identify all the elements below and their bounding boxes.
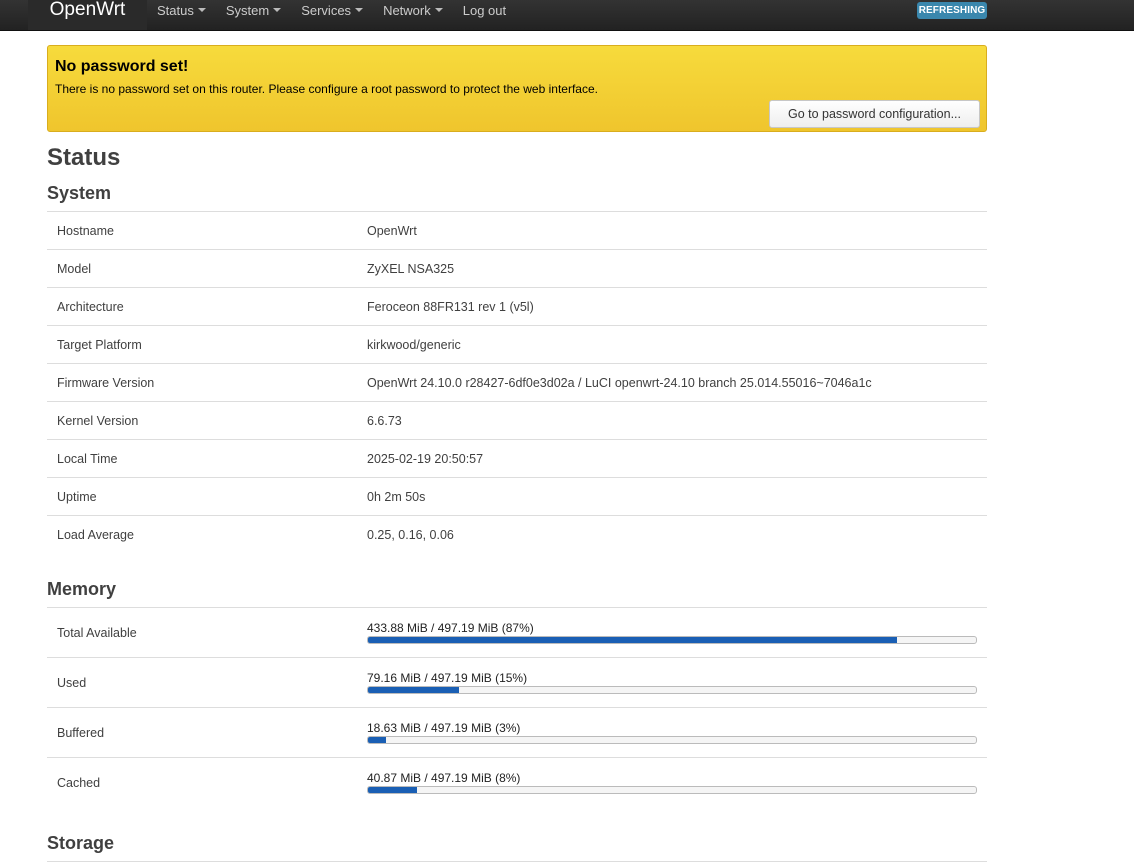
- menu-logout[interactable]: Log out: [453, 0, 516, 30]
- page-title: Status: [47, 144, 121, 171]
- row-value: 79.16 MiB / 497.19 MiB (15%): [367, 671, 528, 685]
- row-label: Hostname: [57, 224, 114, 238]
- row-value: 6.6.73: [367, 414, 402, 428]
- top-navbar: OpenWrt Status System Services Network L…: [0, 0, 1134, 31]
- storage-heading: Storage: [47, 833, 115, 853]
- progress-fill: [368, 787, 417, 793]
- row-label: Buffered: [57, 726, 105, 740]
- table-row: Model ZyXEL NSA325: [47, 250, 987, 288]
- password-config-button[interactable]: Go to password configuration...: [769, 100, 980, 128]
- row-label: Load Average: [57, 528, 134, 542]
- row-label: Target Platform: [57, 338, 142, 352]
- menu-network[interactable]: Network: [373, 0, 453, 30]
- progress-bar: [367, 636, 977, 644]
- row-value: 0.25, 0.16, 0.06: [367, 528, 454, 542]
- memory-table: Total Available 433.88 MiB / 497.19 MiB …: [47, 607, 987, 807]
- caret-down-icon: [197, 7, 206, 12]
- table-row: Target Platform kirkwood/generic: [47, 326, 987, 364]
- menu-label: Log out: [462, 3, 507, 18]
- row-label: Cached: [57, 776, 101, 790]
- table-row: Used 79.16 MiB / 497.19 MiB (15%): [47, 658, 987, 708]
- brand-text: OpenWrt: [49, 0, 126, 20]
- row-value: 40.87 MiB / 497.19 MiB (8%): [367, 771, 521, 785]
- row-value: kirkwood/generic: [367, 338, 461, 352]
- row-label: Model: [57, 262, 92, 276]
- row-value: 433.88 MiB / 497.19 MiB (87%): [367, 621, 534, 635]
- progress-bar: [367, 736, 977, 744]
- progress-bar: [367, 686, 977, 694]
- table-row: Uptime 0h 2m 50s: [47, 478, 987, 516]
- menu-label: Services: [301, 3, 352, 18]
- row-label: Used: [57, 676, 87, 690]
- menu-status[interactable]: Status: [147, 0, 216, 30]
- alert-text: There is no password set on this router.…: [55, 82, 598, 96]
- row-label: Architecture: [57, 300, 124, 314]
- menu-system[interactable]: System: [216, 0, 291, 30]
- brand-logo[interactable]: OpenWrt: [28, 0, 147, 30]
- caret-down-icon: [273, 7, 282, 12]
- alert-title: No password set!: [55, 58, 189, 75]
- row-label: Firmware Version: [57, 376, 155, 390]
- table-row: Firmware Version OpenWrt 24.10.0 r28427-6…: [47, 364, 987, 402]
- caret-down-icon: [355, 7, 364, 12]
- row-value: OpenWrt: [367, 224, 417, 238]
- row-label: Kernel Version: [57, 414, 139, 428]
- row-label: Uptime: [57, 490, 97, 504]
- row-value: 0h 2m 50s: [367, 490, 426, 504]
- row-value: 18.63 MiB / 497.19 MiB (3%): [367, 721, 521, 735]
- table-row: Load Average 0.25, 0.16, 0.06: [47, 516, 987, 553]
- row-value: Feroceon 88FR131 rev 1 (v5l): [367, 300, 534, 314]
- table-row: Hostname OpenWrt: [47, 212, 987, 250]
- memory-heading: Memory: [47, 579, 117, 599]
- row-label: Local Time: [57, 452, 118, 466]
- progress-bar: [367, 786, 977, 794]
- row-value: OpenWrt 24.10.0 r28427-6df0e3d02a / LuCI…: [367, 376, 872, 390]
- progress-fill: [368, 637, 897, 643]
- table-row: Total Available 433.88 MiB / 497.19 MiB …: [47, 608, 987, 658]
- refreshing-badge[interactable]: REFRESHING: [917, 2, 987, 19]
- table-row: Local Time 2025-02-19 20:50:57: [47, 440, 987, 478]
- table-row: Cached 40.87 MiB / 497.19 MiB (8%): [47, 758, 987, 807]
- storage-divider: [47, 861, 987, 862]
- table-row: Architecture Feroceon 88FR131 rev 1 (v5l): [47, 288, 987, 326]
- menu-services[interactable]: Services: [291, 0, 373, 30]
- caret-down-icon: [434, 7, 443, 12]
- menu-label: Status: [157, 3, 194, 18]
- table-row: Kernel Version 6.6.73: [47, 402, 987, 440]
- progress-fill: [368, 737, 387, 743]
- menu-label: Network: [383, 3, 431, 18]
- system-table: Hostname OpenWrt Model ZyXEL NSA325 Archit…: [47, 211, 987, 553]
- row-value: 2025-02-19 20:50:57: [367, 452, 484, 466]
- row-label: Total Available: [57, 626, 137, 640]
- main-menu: Status System Services Network Log out: [147, 0, 516, 30]
- password-alert: No password set! There is no password se…: [47, 45, 987, 132]
- progress-fill: [368, 687, 460, 693]
- menu-label: System: [225, 3, 270, 18]
- row-value: ZyXEL NSA325: [367, 262, 455, 276]
- table-row: Buffered 18.63 MiB / 497.19 MiB (3%): [47, 708, 987, 758]
- system-heading: System: [47, 183, 112, 203]
